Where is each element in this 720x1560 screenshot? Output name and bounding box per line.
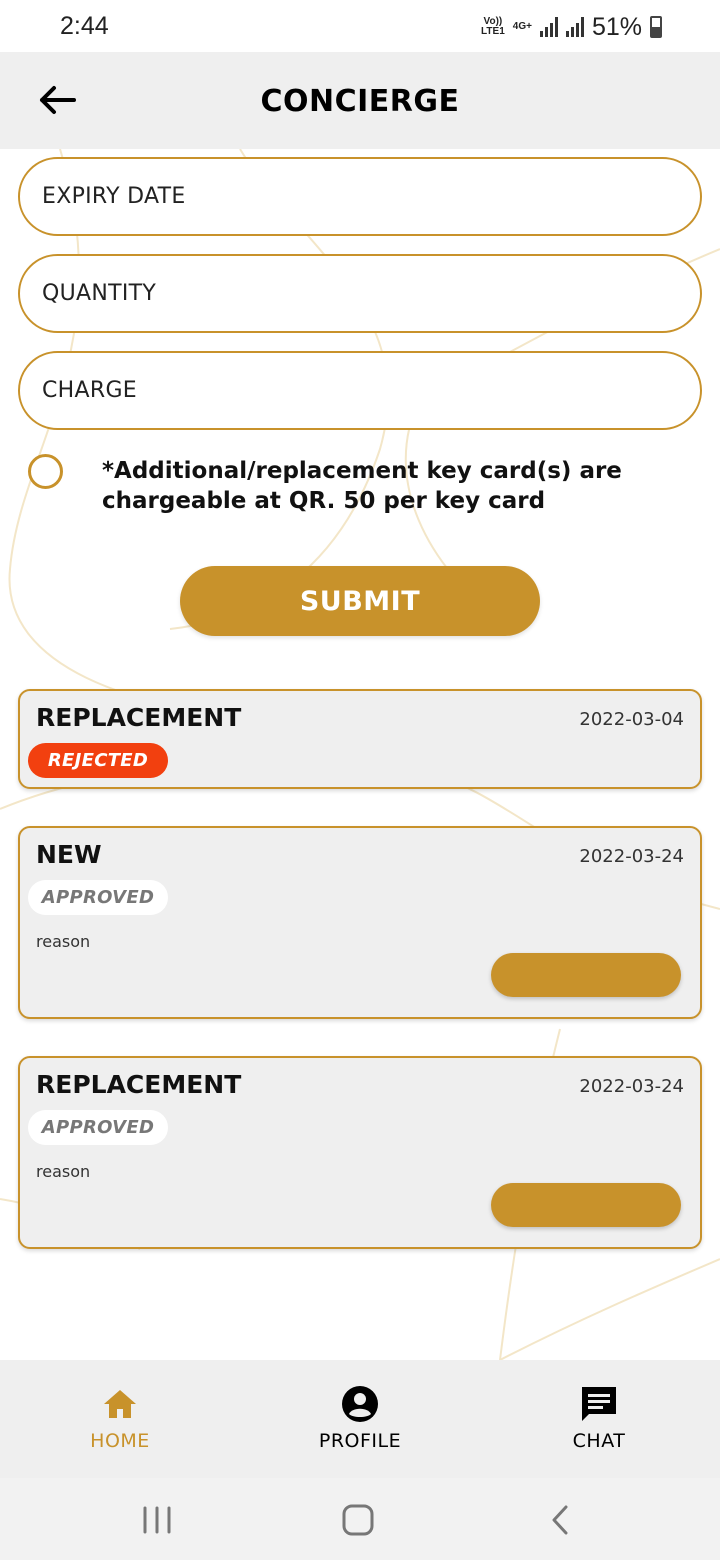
request-card[interactable]: NEW 2022-03-24 APPROVED reason	[18, 826, 702, 1019]
battery-percent: 51%	[591, 12, 642, 41]
chat-icon	[582, 1387, 616, 1421]
home-icon	[104, 1390, 136, 1418]
request-reason: reason	[36, 1162, 91, 1181]
nav-item-home[interactable]: HOME	[40, 1384, 200, 1452]
signal-icon	[539, 17, 558, 37]
charge-notice: *Additional/replacement key card(s) are …	[102, 458, 622, 514]
app-header: CONCIERGE	[0, 52, 720, 149]
nav-item-profile[interactable]: PROFILE	[280, 1384, 440, 1452]
request-type: REPLACEMENT	[36, 1070, 242, 1099]
status-indicators: Vo)) LTE1 4G+ 51%	[481, 12, 662, 42]
expiry-date-field[interactable]: EXPIRY DATE	[18, 157, 702, 236]
nav-item-chat[interactable]: CHAT	[519, 1384, 679, 1452]
status-bar: 2:44 Vo)) LTE1 4G+ 51%	[0, 0, 720, 52]
status-badge: REJECTED	[28, 743, 168, 778]
page-title: CONCIERGE	[260, 84, 460, 119]
battery-icon	[650, 16, 662, 38]
chevron-left-icon	[552, 1505, 568, 1535]
request-type: REPLACEMENT	[36, 703, 242, 732]
home-system-button[interactable]	[338, 1502, 378, 1538]
network-type-indicator: 4G+	[512, 21, 532, 32]
request-card[interactable]: REPLACEMENT 2022-03-04 REJECTED	[18, 689, 702, 789]
quantity-field[interactable]: QUANTITY	[18, 254, 702, 333]
main-content[interactable]: EXPIRY DATE QUANTITY CHARGE *Additional/…	[0, 149, 720, 1360]
submit-button[interactable]: SUBMIT	[180, 566, 540, 636]
profile-icon	[342, 1386, 378, 1422]
request-reason: reason	[36, 932, 91, 951]
nav-label: CHAT	[572, 1430, 626, 1452]
acknowledge-radio[interactable]	[28, 454, 63, 489]
request-action-button[interactable]	[491, 1183, 681, 1227]
charge-field[interactable]: CHARGE	[18, 351, 702, 430]
request-date: 2022-03-24	[579, 846, 684, 867]
status-time: 2:44	[60, 12, 109, 40]
nav-label: PROFILE	[318, 1430, 402, 1452]
nav-label: HOME	[90, 1430, 150, 1452]
request-type: NEW	[36, 840, 102, 869]
request-card[interactable]: REPLACEMENT 2022-03-24 APPROVED reason	[18, 1056, 702, 1249]
request-date: 2022-03-24	[579, 1076, 684, 1097]
home-square-icon	[342, 1504, 374, 1536]
system-nav-bar	[0, 1478, 720, 1560]
status-badge: APPROVED	[28, 1110, 168, 1145]
recent-apps-icon	[143, 1506, 171, 1534]
system-back-button[interactable]	[540, 1502, 580, 1538]
signal-icon-2	[565, 17, 584, 37]
request-date: 2022-03-04	[579, 709, 684, 730]
recent-apps-button[interactable]	[137, 1502, 177, 1538]
request-action-button[interactable]	[491, 953, 681, 997]
volte-indicator: Vo)) LTE1	[481, 16, 505, 37]
status-badge: APPROVED	[28, 880, 168, 915]
bottom-nav: HOME PROFILE CHAT	[0, 1360, 720, 1478]
